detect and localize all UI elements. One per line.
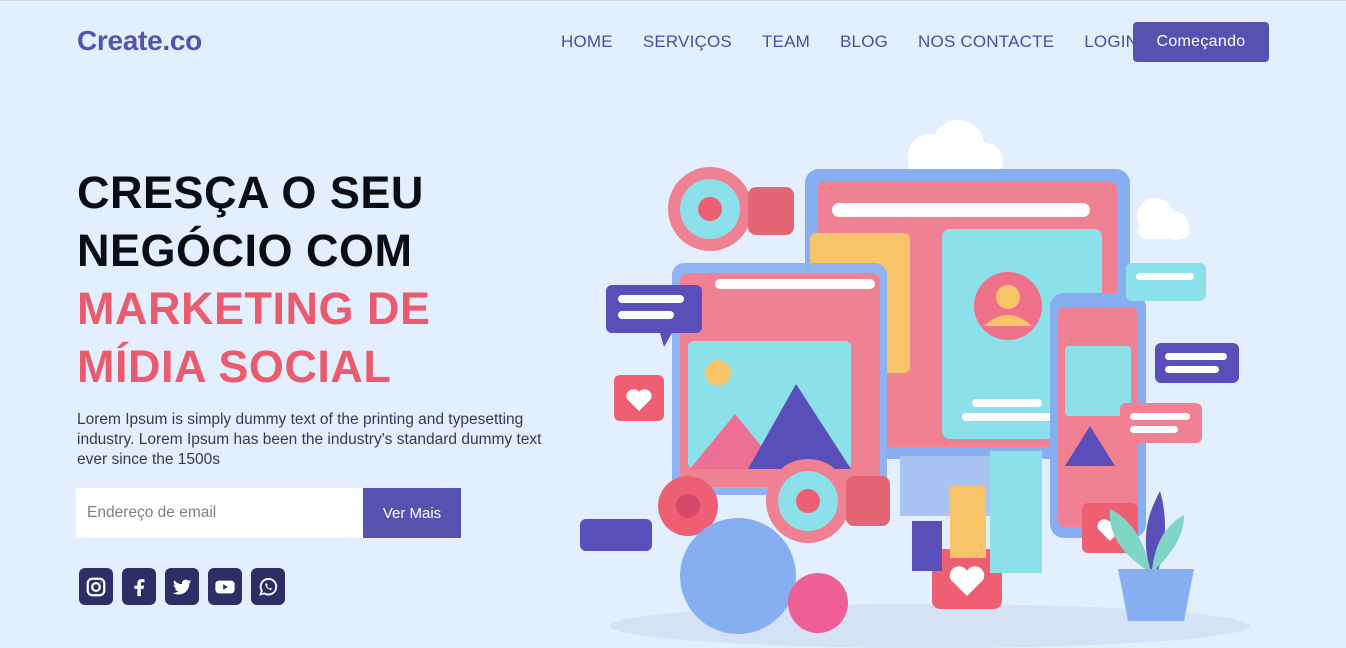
get-started-button[interactable]: Começando (1133, 22, 1269, 62)
hero-title-line-4: MÍDIA SOCIAL (77, 341, 392, 392)
nav-login[interactable]: LOGIN (1084, 32, 1138, 52)
email-signup-form: Ver Mais (76, 488, 461, 538)
nav-blog[interactable]: BLOG (840, 32, 888, 52)
social-links (79, 568, 294, 605)
sphere-shape (788, 573, 848, 633)
chat-bubble-icon (1155, 343, 1239, 383)
cloud-icon (1137, 198, 1190, 240)
email-input[interactable] (76, 488, 363, 538)
nav-contact[interactable]: NOS CONTACTE (918, 32, 1054, 52)
heart-badge-icon (614, 375, 664, 421)
top-navbar: Create.co HOME SERVIÇOS TEAM BLOG NOS CO… (0, 1, 1346, 85)
hero-title-line-2: NEGÓCIO COM (77, 225, 413, 276)
browser-window-icon (672, 263, 887, 495)
sphere-shape (680, 518, 796, 634)
nav-team[interactable]: TEAM (762, 32, 810, 52)
hero-description: Lorem Ipsum is simply dummy text of the … (77, 411, 542, 468)
main-menu: HOME SERVIÇOS TEAM BLOG NOS CONTACTE LOG… (561, 32, 1168, 52)
instagram-icon[interactable] (79, 568, 113, 605)
hero-title-line-1: CRESÇA O SEU (77, 167, 424, 218)
facebook-icon[interactable] (122, 568, 156, 605)
nav-home[interactable]: HOME (561, 32, 613, 52)
social-media-marketing-illustration (580, 120, 1250, 648)
youtube-icon[interactable] (208, 568, 242, 605)
brand-logo[interactable]: Create.co (77, 25, 202, 57)
twitter-icon[interactable] (165, 568, 199, 605)
chat-bubble-icon (1120, 403, 1202, 443)
see-more-button[interactable]: Ver Mais (363, 488, 461, 538)
nav-services[interactable]: SERVIÇOS (643, 32, 732, 52)
gear-icon (580, 519, 652, 551)
hero-title-line-3: MARKETING DE (77, 283, 431, 334)
megaphone-icon (668, 167, 794, 251)
chat-bubble-icon (1126, 263, 1206, 301)
hero-title: CRESÇA O SEU NEGÓCIO COM MARKETING DE MÍ… (77, 164, 431, 396)
whatsapp-icon[interactable] (251, 568, 285, 605)
